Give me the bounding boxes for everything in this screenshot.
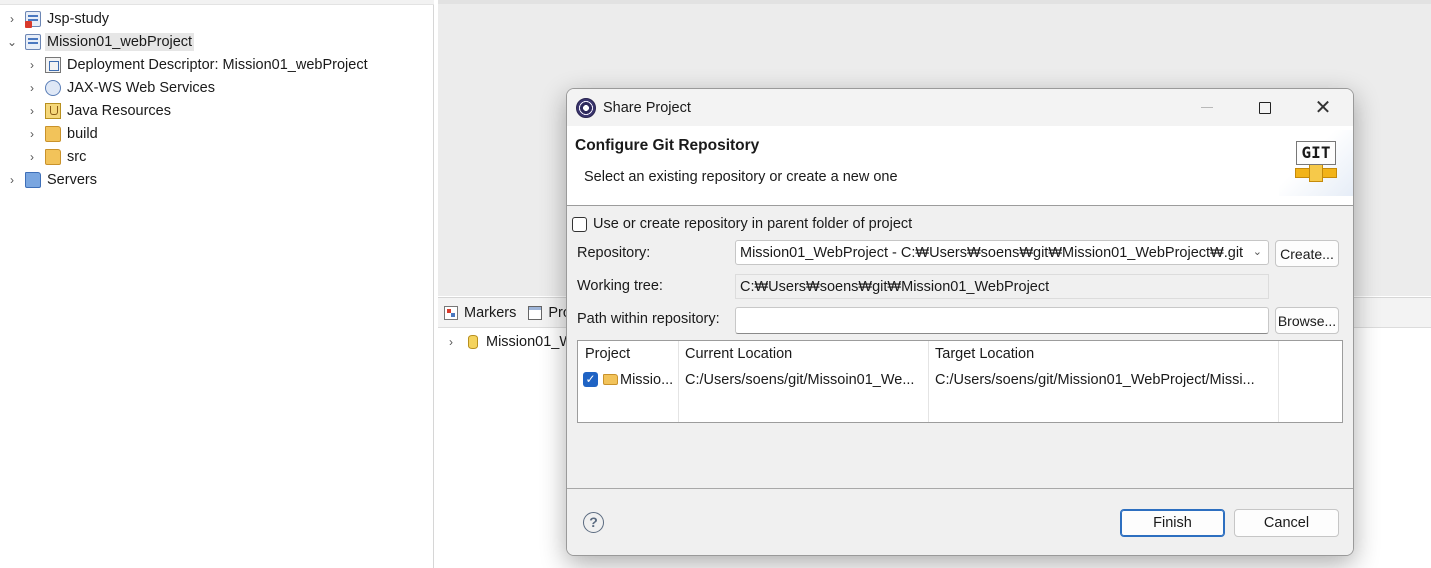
chevron-right-icon[interactable]: › bbox=[5, 173, 19, 187]
tree-item-servers[interactable]: › Servers bbox=[5, 169, 99, 191]
share-project-dialog: Share Project ✕ Configure Git Repository… bbox=[566, 88, 1354, 556]
project-explorer: › Jsp-study ⌄ Mission01_webProject › Dep… bbox=[0, 0, 434, 568]
tree-item-jsp-study[interactable]: › Jsp-study bbox=[5, 8, 111, 30]
folder-icon bbox=[45, 149, 61, 165]
web-services-icon bbox=[45, 80, 61, 96]
help-icon[interactable]: ? bbox=[583, 512, 604, 533]
deployment-descriptor-icon bbox=[45, 57, 61, 73]
eclipse-app-icon bbox=[576, 97, 596, 118]
path-within-repository-input[interactable] bbox=[735, 307, 1269, 334]
project-row-checkbox[interactable]: ✓ bbox=[583, 372, 598, 387]
tab-label: Markers bbox=[464, 304, 517, 321]
browse-button[interactable]: Browse... bbox=[1275, 307, 1339, 334]
explorer-top-edge bbox=[0, 0, 434, 5]
tree-item-label: Jsp-study bbox=[47, 11, 110, 27]
git-logo-text: GIT bbox=[1296, 141, 1336, 165]
working-tree-label: Working tree: bbox=[577, 278, 663, 294]
folder-icon bbox=[45, 126, 61, 142]
java-resources-icon bbox=[45, 103, 61, 119]
folder-icon bbox=[25, 172, 41, 188]
maximize-icon bbox=[1259, 101, 1271, 114]
column-header-project[interactable]: Project bbox=[585, 346, 630, 362]
git-logo-stand bbox=[1309, 164, 1323, 182]
create-button[interactable]: Create... bbox=[1275, 240, 1339, 267]
project-icon bbox=[25, 34, 41, 50]
chevron-right-icon[interactable]: › bbox=[25, 58, 39, 72]
tree-item-label: build bbox=[67, 126, 98, 142]
close-icon: ✕ bbox=[1314, 97, 1332, 119]
chevron-right-icon[interactable]: › bbox=[25, 127, 39, 141]
table-cell-target-location: C:/Users/soens/git/Mission01_WebProject/… bbox=[935, 372, 1255, 388]
database-icon bbox=[468, 335, 478, 349]
tree-item-build[interactable]: › build bbox=[25, 123, 100, 145]
target-location-column: Target Location C:/Users/soens/git/Missi… bbox=[929, 341, 1279, 422]
repository-select[interactable]: Mission01_WebProject - C:₩Users₩soens₩gi… bbox=[735, 240, 1269, 265]
minimize-icon bbox=[1201, 107, 1213, 108]
project-error-icon bbox=[25, 11, 41, 28]
finish-button[interactable]: Finish bbox=[1120, 509, 1225, 537]
wizard-heading: Configure Git Repository bbox=[575, 137, 760, 154]
tree-item-label: Java Resources bbox=[67, 103, 171, 119]
wizard-subtitle: Select an existing repository or create … bbox=[584, 169, 898, 185]
repository-label: Repository: bbox=[577, 245, 651, 261]
project-column: Project ✓ Missio... bbox=[578, 341, 679, 422]
use-parent-folder-label: Use or create repository in parent folde… bbox=[593, 216, 913, 232]
chevron-right-icon[interactable]: › bbox=[5, 12, 19, 26]
minimize-button[interactable] bbox=[1178, 89, 1236, 126]
use-parent-folder-option[interactable]: Use or create repository in parent folde… bbox=[572, 216, 912, 232]
chevron-right-icon[interactable]: › bbox=[25, 81, 39, 95]
use-parent-folder-checkbox[interactable] bbox=[572, 216, 587, 232]
chevron-right-icon[interactable]: › bbox=[25, 104, 39, 118]
cancel-button[interactable]: Cancel bbox=[1234, 509, 1339, 537]
tree-item-label: Deployment Descriptor: Mission01_webProj… bbox=[67, 57, 368, 73]
current-location-column: Current Location C:/Users/soens/git/Miss… bbox=[679, 341, 929, 422]
column-header-target-location[interactable]: Target Location bbox=[935, 346, 1034, 362]
tree-item-label: src bbox=[67, 149, 87, 165]
project-table: Project ✓ Missio... Current Location C:/… bbox=[577, 340, 1343, 423]
table-cell-project: Missio... bbox=[620, 372, 674, 388]
tree-item-label: Servers bbox=[47, 172, 97, 188]
tree-item-mission01-webproject[interactable]: ⌄ Mission01_webProject bbox=[5, 31, 195, 53]
git-logo-icon: GIT bbox=[1279, 130, 1353, 196]
repository-value: Mission01_WebProject - C:₩Users₩soens₩gi… bbox=[740, 244, 1244, 261]
panel-tree-item-label: Mission01_W bbox=[486, 334, 574, 350]
maximize-button[interactable] bbox=[1236, 89, 1294, 126]
wizard-banner: Configure Git Repository Select an exist… bbox=[567, 126, 1353, 206]
dialog-titlebar[interactable]: Share Project ✕ bbox=[567, 89, 1353, 126]
tree-item-label: JAX-WS Web Services bbox=[67, 80, 215, 96]
tree-item-jax-ws[interactable]: › JAX-WS Web Services bbox=[25, 77, 217, 99]
chevron-down-icon[interactable]: ⌄ bbox=[5, 35, 19, 49]
dialog-content: Use or create repository in parent folde… bbox=[567, 207, 1353, 487]
tree-item-deployment-descriptor[interactable]: › Deployment Descriptor: Mission01_webPr… bbox=[25, 54, 370, 76]
chevron-down-icon: ⌄ bbox=[1252, 246, 1262, 258]
tab-markers[interactable]: Markers bbox=[438, 298, 522, 328]
tree-item-src[interactable]: › src bbox=[25, 146, 88, 168]
folder-icon bbox=[603, 374, 618, 385]
markers-icon bbox=[444, 305, 458, 320]
properties-icon bbox=[528, 305, 543, 320]
working-tree-field: C:₩Users₩soens₩git₩Mission01_WebProject bbox=[735, 274, 1269, 299]
close-button[interactable]: ✕ bbox=[1294, 89, 1352, 126]
panel-tree-item[interactable]: › Mission01_W bbox=[444, 331, 573, 353]
dialog-title: Share Project bbox=[603, 99, 691, 116]
tree-item-java-resources[interactable]: › Java Resources bbox=[25, 100, 173, 122]
column-header-current-location[interactable]: Current Location bbox=[685, 346, 792, 362]
table-cell-current-location: C:/Users/soens/git/Missoin01_We... bbox=[685, 372, 915, 388]
path-within-repository-label: Path within repository: bbox=[577, 311, 720, 327]
chevron-right-icon[interactable]: › bbox=[444, 335, 458, 349]
dialog-footer: ? Finish Cancel bbox=[567, 488, 1353, 555]
chevron-right-icon[interactable]: › bbox=[25, 150, 39, 164]
tree-item-label: Mission01_webProject bbox=[45, 33, 195, 51]
